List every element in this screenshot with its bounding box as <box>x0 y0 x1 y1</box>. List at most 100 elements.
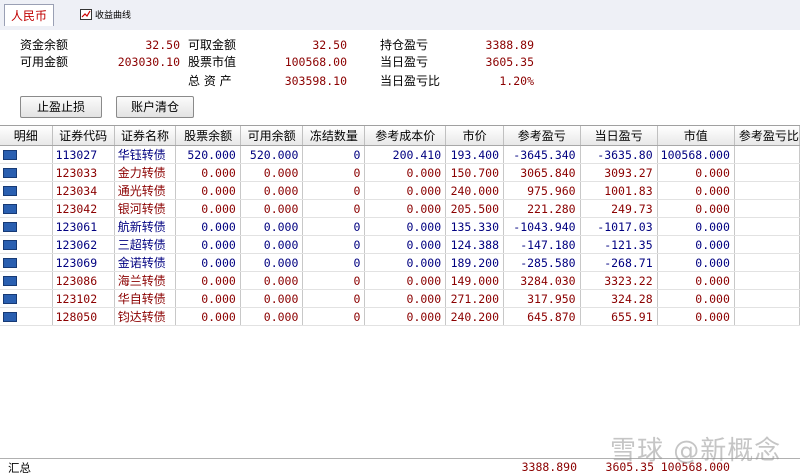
table-row[interactable]: 123069 金诺转债 0.000 0.000 0 0.000 189.200 -285.58… <box>0 253 800 272</box>
cell-name: 金力转债 <box>114 163 177 182</box>
cell-detail[interactable] <box>0 253 53 272</box>
table-row[interactable]: 123034 通光转债 0.000 0.000 0 0.000 240.000 975.960… <box>0 181 800 200</box>
cell-cost: 0.000 <box>364 163 447 182</box>
cell-pnl-ratio <box>734 217 800 236</box>
cell-detail[interactable] <box>0 181 53 200</box>
cell-detail[interactable] <box>0 199 53 218</box>
cell-pnl: -3645.340 <box>503 145 581 164</box>
detail-icon[interactable] <box>3 276 17 286</box>
position-pnl-value: 3388.89 <box>485 38 534 52</box>
table-row[interactable]: 123061 航新转债 0.000 0.000 0 0.000 135.330 -1043.9… <box>0 217 800 236</box>
cell-price: 150.700 <box>445 163 505 182</box>
col-header-available[interactable]: 可用余额 <box>240 126 304 146</box>
cell-code: 123034 <box>52 181 115 200</box>
col-header-name[interactable]: 证券名称 <box>114 126 177 146</box>
withdrawable-label: 可取金额 <box>188 38 237 52</box>
holdings-table: 明细 证券代码 证券名称 股票余额 可用余额 冻结数量 参考成本价 市价 参考盈… <box>0 125 800 475</box>
detail-icon[interactable] <box>3 312 17 322</box>
cell-today-pnl: -121.35 <box>580 235 658 254</box>
cell-pnl: 317.950 <box>503 289 581 308</box>
tab-rmb[interactable]: 人民币 <box>4 4 54 26</box>
col-header-pnl-ratio[interactable]: 参考盈亏比 <box>734 126 800 146</box>
table-row[interactable]: 123086 海兰转债 0.000 0.000 0 0.000 149.000 3284.03… <box>0 271 800 290</box>
cell-name: 银河转债 <box>114 199 177 218</box>
cell-pnl-ratio <box>734 163 800 182</box>
table-row[interactable]: 123033 金力转债 0.000 0.000 0 0.000 150.700 3065.84… <box>0 163 800 182</box>
cell-balance: 520.000 <box>175 145 241 164</box>
detail-icon[interactable] <box>3 204 17 214</box>
cell-code: 123062 <box>52 235 115 254</box>
cell-pnl-ratio <box>734 289 800 308</box>
today-pnl-label: 当日盈亏 <box>380 55 429 69</box>
cash-balance-value: 32.50 <box>145 38 180 52</box>
table-row[interactable]: 123042 银河转债 0.000 0.000 0 0.000 205.500 221.280… <box>0 199 800 218</box>
tab-earnings-curve[interactable]: 收益曲线 <box>80 6 131 22</box>
cell-available: 0.000 <box>240 199 304 218</box>
cell-detail[interactable] <box>0 163 53 182</box>
stop-loss-button[interactable]: 止盈止损 <box>20 96 102 118</box>
cell-today-pnl: -268.71 <box>580 253 658 272</box>
cell-market-value: 0.000 <box>657 271 735 290</box>
cell-available: 0.000 <box>240 253 304 272</box>
cell-detail[interactable] <box>0 271 53 290</box>
detail-icon[interactable] <box>3 222 17 232</box>
cell-detail[interactable] <box>0 289 53 308</box>
cell-price: 189.200 <box>445 253 505 272</box>
cell-today-pnl: 324.28 <box>580 289 658 308</box>
table-row[interactable]: 123102 华自转债 0.000 0.000 0 0.000 271.200 317.950… <box>0 289 800 308</box>
cell-code: 123042 <box>52 199 115 218</box>
detail-icon[interactable] <box>3 240 17 250</box>
clear-account-button[interactable]: 账户清仓 <box>116 96 194 118</box>
cell-market-value: 100568.000 <box>657 145 735 164</box>
total-assets-label: 总 资 产 <box>188 74 232 88</box>
cell-pnl: 221.280 <box>503 199 581 218</box>
col-header-today-pnl[interactable]: 当日盈亏 <box>580 126 658 146</box>
stock-value-label: 股票市值 <box>188 55 237 69</box>
cell-available: 0.000 <box>240 271 304 290</box>
col-header-price[interactable]: 市价 <box>445 126 505 146</box>
detail-icon[interactable] <box>3 258 17 268</box>
detail-icon[interactable] <box>3 294 17 304</box>
cell-name: 钧达转债 <box>114 307 177 326</box>
col-header-pnl[interactable]: 参考盈亏 <box>503 126 581 146</box>
cell-code: 128050 <box>52 307 115 326</box>
available-label: 可用金额 <box>20 55 69 69</box>
cell-available: 0.000 <box>240 163 304 182</box>
cell-detail[interactable] <box>0 307 53 326</box>
col-header-frozen[interactable]: 冻结数量 <box>302 126 366 146</box>
table-row[interactable]: 123062 三超转债 0.000 0.000 0 0.000 124.388 -147.18… <box>0 235 800 254</box>
cell-pnl-ratio <box>734 199 800 218</box>
detail-icon[interactable] <box>3 186 17 196</box>
cell-market-value: 0.000 <box>657 307 735 326</box>
cell-market-value: 0.000 <box>657 217 735 236</box>
cell-market-value: 0.000 <box>657 181 735 200</box>
position-pnl-label: 持仓盈亏 <box>380 38 429 52</box>
cell-detail[interactable] <box>0 217 53 236</box>
col-header-detail[interactable]: 明细 <box>0 126 53 146</box>
cell-market-value: 0.000 <box>657 235 735 254</box>
cell-code: 123033 <box>52 163 115 182</box>
cell-pnl: 975.960 <box>503 181 581 200</box>
cell-price: 240.000 <box>445 181 505 200</box>
detail-icon[interactable] <box>3 168 17 178</box>
chart-icon <box>80 8 92 20</box>
cell-price: 271.200 <box>445 289 505 308</box>
cell-cost: 0.000 <box>364 289 447 308</box>
total-assets-value: 303598.10 <box>284 74 347 88</box>
cell-cost: 200.410 <box>364 145 447 164</box>
col-header-balance[interactable]: 股票余额 <box>175 126 241 146</box>
cell-pnl-ratio <box>734 271 800 290</box>
cell-code: 123069 <box>52 253 115 272</box>
cell-cost: 0.000 <box>364 235 447 254</box>
cell-name: 海兰转债 <box>114 271 177 290</box>
table-row[interactable]: 113027 华钰转债 520.000 520.000 0 200.410 193.400-… <box>0 145 800 164</box>
col-header-market-value[interactable]: 市值 <box>657 126 735 146</box>
table-row[interactable]: 128050 钧达转债 0.000 0.000 0 0.000 240.200 645.870… <box>0 307 800 326</box>
detail-icon[interactable] <box>3 150 17 160</box>
cell-detail[interactable] <box>0 235 53 254</box>
col-header-cost[interactable]: 参考成本价 <box>364 126 447 146</box>
cell-name: 华自转债 <box>114 289 177 308</box>
cell-detail[interactable] <box>0 145 53 164</box>
today-pnl-value: 3605.35 <box>485 55 534 69</box>
col-header-code[interactable]: 证券代码 <box>52 126 115 146</box>
